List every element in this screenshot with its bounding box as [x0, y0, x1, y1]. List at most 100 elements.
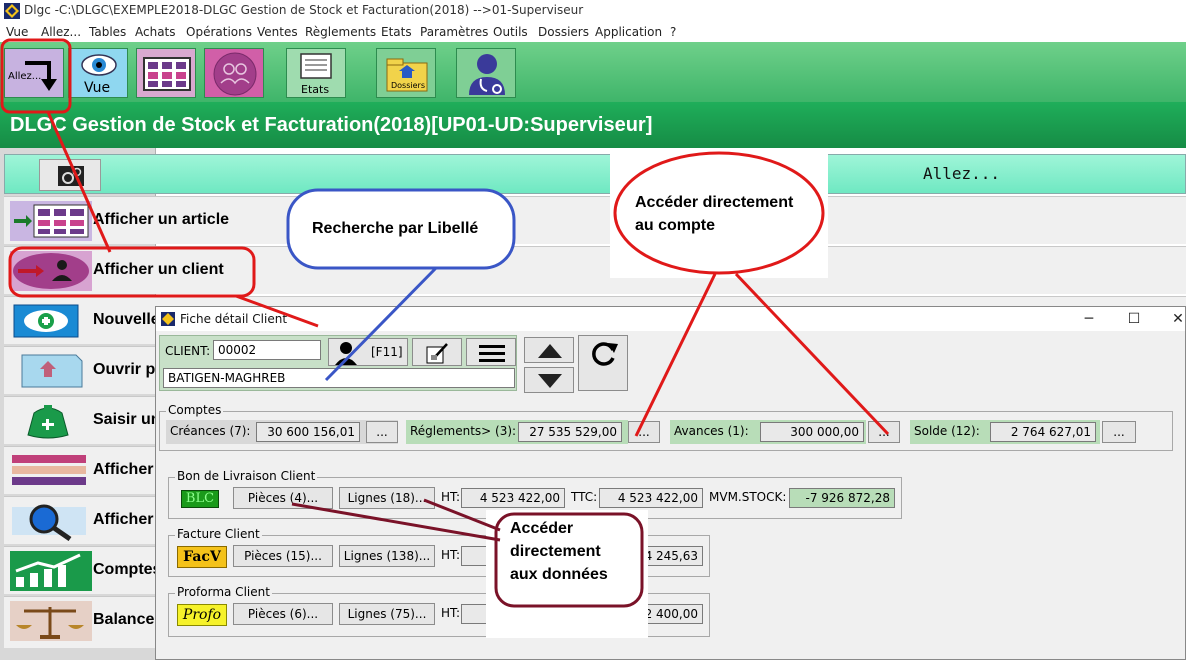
comptes-title: Comptes [166, 403, 224, 417]
refresh-icon [592, 342, 618, 366]
menu-afficher-client[interactable]: Afficher un client [4, 246, 1186, 294]
printer-icon [300, 53, 332, 79]
proforma-pieces-button[interactable]: Pièces (6)... [233, 603, 333, 625]
bl-title: Bon de Livraison Client [175, 469, 318, 483]
menu-reglements[interactable]: Règlements [305, 25, 376, 39]
menu-outils[interactable]: Outils [493, 25, 528, 39]
facture-pieces-button[interactable]: Pièces (15)... [233, 545, 333, 567]
creances-value: 30 600 156,01 [256, 422, 360, 442]
hamburger-icon [479, 345, 505, 362]
doctor-toolbar-button[interactable] [456, 48, 516, 98]
open-document-icon [21, 354, 83, 388]
refresh-button[interactable] [578, 335, 628, 391]
article-grid-icon [10, 201, 92, 241]
compte-note-line1: Accéder directement [635, 194, 794, 211]
menu-parametres[interactable]: Paramètres [420, 25, 488, 39]
bl-ttc-label: TTC: [571, 490, 598, 504]
proforma-ttc-value: 2 400,00 [599, 604, 703, 624]
arrow-down-right-icon [25, 61, 57, 91]
client-search-button[interactable]: [F11] [328, 338, 408, 366]
menu-help[interactable]: ? [670, 25, 676, 39]
bl-lignes-button[interactable]: Lignes (18)... [339, 487, 435, 509]
bl-mvm-value: -7 926 872,28 [789, 488, 895, 508]
minimize-icon[interactable]: ─ [1074, 309, 1104, 329]
menu-achats[interactable]: Achats [135, 25, 176, 39]
app-logo-icon [4, 3, 20, 19]
arrow-up-icon [538, 344, 562, 358]
menu-button[interactable] [466, 338, 516, 366]
clients-toolbar-button[interactable] [204, 48, 264, 98]
close-icon[interactable]: ✕ [1163, 309, 1186, 329]
menu-bar: Vue Allez... Tables Achats Opérations Ve… [0, 22, 1186, 42]
menu-etats[interactable]: Etats [381, 25, 412, 39]
menu-vue[interactable]: Vue [6, 25, 28, 39]
etats-toolbar-button[interactable]: Etats [286, 48, 346, 98]
proforma-ht-label: HT: [441, 606, 461, 620]
client-code-input[interactable]: 00002 [213, 340, 321, 360]
vue-toolbar-label: Vue [84, 80, 111, 96]
menu-afficher-liste-label: Afficher [93, 461, 154, 478]
facture-ht-label: HT: [441, 548, 461, 562]
solde-more-button[interactable]: ... [1102, 421, 1136, 443]
creances-label: Créances (7): [170, 424, 251, 438]
menu-ouvrir-label: Ouvrir p [93, 361, 156, 378]
gear-button[interactable] [39, 159, 101, 191]
menu-ventes[interactable]: Ventes [257, 25, 298, 39]
avances-value: 300 000,00 [760, 422, 864, 442]
reglements-label: Réglements> (3): [410, 424, 517, 438]
dialog-title-bar: Fiche détail Client ─ ☐ ✕ [156, 307, 1185, 331]
dialog-title: Fiche détail Client [180, 312, 288, 326]
menu-dossiers[interactable]: Dossiers [538, 25, 589, 39]
dossiers-toolbar-button[interactable]: Dossiers [376, 48, 436, 98]
users-group-icon [213, 52, 257, 96]
reglements-more-button[interactable]: ... [628, 421, 660, 443]
menu-nouvelle-label: Nouvelle [93, 311, 160, 328]
allez-toolbar-button[interactable]: Allez... [4, 48, 64, 98]
list-icon [12, 455, 86, 485]
menu-comptes-label: Comptes [93, 561, 162, 578]
eye-icon [81, 54, 117, 76]
reglements-value: 27 535 529,00 [518, 422, 622, 442]
allez-bar: Allez... [4, 154, 1186, 194]
creances-more-button[interactable]: ... [366, 421, 398, 443]
money-bag-icon [27, 405, 69, 439]
facture-lignes-button[interactable]: Lignes (138)... [339, 545, 435, 567]
next-button[interactable] [524, 367, 574, 393]
menu-afficher-article[interactable]: Afficher un article [4, 196, 1186, 244]
menu-afficher-article-label: Afficher un article [93, 211, 230, 228]
doctor-icon [469, 54, 505, 95]
menu-operations[interactable]: Opérations [186, 25, 252, 39]
bl-pieces-button[interactable]: Pièces (4)... [233, 487, 333, 509]
title-bar: Dlgc -C:\DLGC\EXEMPLE2018-DLGC Gestion d… [0, 0, 1186, 22]
app-logo-icon [161, 312, 175, 326]
facture-ttc-value: 4 245,63 [599, 546, 703, 566]
etats-toolbar-label: Etats [301, 83, 330, 96]
facture-group: Facture Client FacV Pièces (15)... Ligne… [168, 527, 710, 577]
allez-bar-label: Allez... [923, 164, 1001, 183]
bl-ht-value: 4 523 422,00 [461, 488, 565, 508]
bl-group: Bon de Livraison Client BLC Pièces (4)..… [168, 469, 902, 519]
articles-toolbar-button[interactable] [136, 48, 196, 98]
maximize-icon[interactable]: ☐ [1119, 309, 1149, 329]
facv-badge: FacV [177, 546, 227, 568]
client-name-input[interactable]: BATIGEN-MAGHREB [163, 368, 515, 388]
edit-button[interactable] [412, 338, 462, 366]
compte-note-line2: au compte [635, 217, 716, 234]
blc-badge: BLC [181, 490, 219, 508]
client-block: CLIENT: 00002 BATIGEN-MAGHREB [F11] [159, 335, 517, 391]
menu-tables[interactable]: Tables [89, 25, 126, 39]
menu-application[interactable]: Application [595, 25, 662, 39]
donnees-note-line3: aux données [510, 566, 608, 583]
previous-button[interactable] [524, 337, 574, 363]
app-heading: DLGC Gestion de Stock et Facturation(201… [0, 102, 1186, 148]
proforma-lignes-button[interactable]: Lignes (75)... [339, 603, 435, 625]
bl-ttc-value: 4 523 422,00 [599, 488, 703, 508]
donnees-note-line2: directement [510, 543, 601, 560]
balance-scale-icon [10, 601, 92, 641]
menu-allez[interactable]: Allez... [41, 25, 81, 39]
proforma-title: Proforma Client [175, 585, 272, 599]
grid-table-icon [143, 57, 191, 91]
f11-label: [F11] [371, 345, 403, 359]
avances-more-button[interactable]: ... [868, 421, 900, 443]
vue-toolbar-button[interactable]: Vue [68, 48, 128, 98]
